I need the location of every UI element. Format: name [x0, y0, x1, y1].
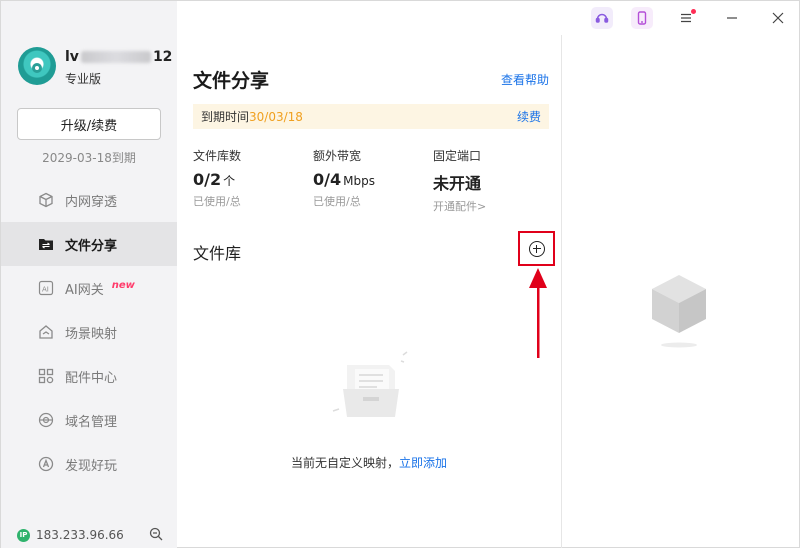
- open-accessory-link[interactable]: 开通配件>: [433, 198, 543, 214]
- expire-date: 2029-03-18到期: [42, 151, 136, 165]
- house-icon: [38, 324, 54, 340]
- sidebar-item-label: AI网关: [65, 282, 104, 298]
- sidebar-item-accessories[interactable]: 配件中心: [1, 354, 177, 398]
- compass-icon: [38, 456, 54, 472]
- minimize-icon[interactable]: [721, 7, 743, 29]
- new-badge: new: [111, 279, 135, 291]
- empty-cube-illustration: [652, 275, 706, 348]
- upgrade-button[interactable]: 升级/续费: [17, 108, 161, 140]
- sidebar-item-label: 场景映射: [65, 326, 118, 342]
- ip-icon: IP: [17, 528, 30, 542]
- stat-bandwidth: 额外带宽 0/4 Mbps 已使用/总: [313, 149, 375, 208]
- sidebar-item-scene-mapping[interactable]: 场景映射: [1, 310, 177, 354]
- sidebar-item-file-share[interactable]: 文件分享: [1, 222, 177, 266]
- share-folder-icon: [38, 236, 54, 252]
- help-link[interactable]: 查看帮助: [501, 71, 549, 88]
- detail-panel: [562, 35, 800, 548]
- svg-text:AI: AI: [42, 286, 49, 294]
- stat-file-libraries: 文件库数 0/2 个 已使用/总: [193, 149, 242, 208]
- ip-address-row: IP 183.233.96.66: [17, 528, 124, 542]
- sidebar-nav: 内网穿透 文件分享 AI AI网关 new 场景映射 配件中心 域名管理 发现好…: [1, 178, 177, 486]
- add-library-highlight[interactable]: [518, 231, 555, 266]
- sidebar: lv 12 专业版 升级/续费 2029-03-18到期 内网穿透 文件分享 AI: [1, 1, 177, 548]
- main-panel: 文件分享 查看帮助 到期时间 30/03/18 续费 文件库数 0/2 个 已使用/…: [177, 35, 561, 548]
- empty-folder-illustration: [332, 351, 408, 417]
- renew-link[interactable]: 续费: [517, 108, 541, 125]
- expire-banner: 到期时间 30/03/18 续费: [193, 104, 549, 129]
- expire-banner-date: 30/03/18: [249, 109, 303, 124]
- sidebar-item-ai-gateway[interactable]: AI AI网关 new: [1, 266, 177, 310]
- close-icon[interactable]: [767, 7, 789, 29]
- notification-dot: [691, 9, 696, 14]
- sidebar-item-intranet[interactable]: 内网穿透: [1, 178, 177, 222]
- sidebar-item-label: 发现好玩: [65, 458, 118, 474]
- empty-state-text: 当前无自定义映射，立即添加: [290, 456, 448, 470]
- stat-fixed-port: 固定端口 未开通 开通配件>: [433, 147, 543, 214]
- redacted-username: [80, 51, 151, 63]
- globe-icon: [38, 412, 54, 428]
- search-refresh-icon[interactable]: [149, 527, 163, 541]
- cube-icon: [38, 192, 54, 208]
- grid-icon: [38, 368, 54, 384]
- menu-icon[interactable]: [675, 7, 697, 29]
- plan-label: 专业版: [65, 72, 102, 86]
- sidebar-item-label: 配件中心: [65, 370, 118, 386]
- avatar[interactable]: [18, 47, 56, 85]
- red-arrow-annotation: [529, 268, 547, 358]
- add-icon[interactable]: [528, 240, 545, 257]
- username: lv 12: [65, 49, 173, 65]
- title-bar: [177, 1, 800, 35]
- app-window: lv 12 专业版 升级/续费 2029-03-18到期 内网穿透 文件分享 AI: [0, 0, 800, 548]
- support-icon[interactable]: [591, 7, 613, 29]
- mobile-icon[interactable]: [631, 7, 653, 29]
- library-title: 文件库: [193, 244, 242, 263]
- page-title: 文件分享: [193, 70, 270, 92]
- sidebar-item-label: 文件分享: [65, 238, 118, 254]
- sidebar-item-label: 域名管理: [65, 414, 118, 430]
- sidebar-item-domain[interactable]: 域名管理: [1, 398, 177, 442]
- ai-icon: AI: [38, 280, 54, 296]
- sidebar-item-label: 内网穿透: [65, 194, 118, 210]
- ip-address: 183.233.96.66: [36, 528, 124, 542]
- sidebar-item-discover[interactable]: 发现好玩: [1, 442, 177, 486]
- add-now-link[interactable]: 立即添加: [399, 456, 447, 470]
